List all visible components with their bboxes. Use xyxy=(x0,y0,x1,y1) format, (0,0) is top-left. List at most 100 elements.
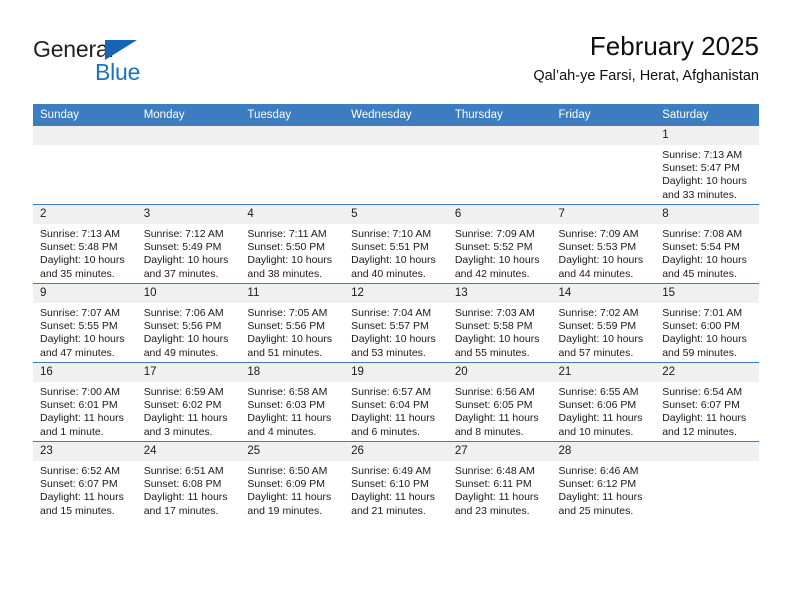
sunrise-text: Sunrise: 7:06 AM xyxy=(143,307,224,319)
day-details: Sunrise: 7:11 AM Sunset: 5:50 PM Daylight:… xyxy=(240,224,344,281)
sunset-text: Sunset: 5:56 PM xyxy=(247,320,326,333)
sunrise-text: Sunrise: 6:52 AM xyxy=(40,465,120,477)
daylight-text: Daylight: 10 hours and 55 minutes. xyxy=(454,333,540,359)
day-details: Sunrise: 6:55 AM Sunset: 6:06 PM Daylight:… xyxy=(552,382,656,439)
calendar-day-cell[interactable]: 16 Sunrise: 7:00 AM Sunset: 6:01 PM Dayligh… xyxy=(33,362,137,442)
calendar-day-cell[interactable]: 15 Sunrise: 7:01 AM Sunset: 6:00 PM Dayligh… xyxy=(655,283,759,363)
sunset-text: Sunset: 5:54 PM xyxy=(662,241,740,254)
sunset-text: Sunset: 6:06 PM xyxy=(558,399,637,412)
daylight-text: Daylight: 11 hours and 6 minutes. xyxy=(351,412,435,438)
logo-text-blue: Blue xyxy=(95,59,141,85)
calendar-day-cell[interactable]: 20 Sunrise: 6:56 AM Sunset: 6:05 PM Dayligh… xyxy=(447,362,552,442)
daylight-text: Daylight: 11 hours and 10 minutes. xyxy=(558,412,643,438)
day-details: Sunrise: 7:10 AM Sunset: 5:51 PM Daylight:… xyxy=(344,224,448,281)
calendar-day-cell[interactable]: 17 Sunrise: 6:59 AM Sunset: 6:02 PM Dayligh… xyxy=(136,362,241,442)
day-number: 24 xyxy=(136,442,241,461)
sunrise-text: Sunrise: 7:01 AM xyxy=(662,307,743,319)
sunset-text: Sunset: 5:56 PM xyxy=(143,320,222,333)
daylight-text: Daylight: 10 hours and 33 minutes. xyxy=(662,175,747,201)
daylight-text: Daylight: 10 hours and 44 minutes. xyxy=(558,254,644,280)
day-number: 21 xyxy=(551,363,656,382)
sunset-text: Sunset: 6:10 PM xyxy=(351,478,429,491)
day-details: Sunrise: 6:57 AM Sunset: 6:04 PM Daylight:… xyxy=(344,382,448,439)
calendar-day-cell[interactable]: 22 Sunrise: 6:54 AM Sunset: 6:07 PM Dayligh… xyxy=(655,362,759,442)
day-number xyxy=(447,126,552,145)
calendar-day-cell[interactable]: 6 Sunrise: 7:09 AM Sunset: 5:52 PM Daylight… xyxy=(447,204,552,284)
day-details: Sunrise: 6:46 AM Sunset: 6:12 PM Daylight:… xyxy=(552,461,656,518)
weekday-header-thursday: Thursday xyxy=(447,104,552,126)
day-number xyxy=(33,126,137,145)
sunset-text: Sunset: 6:01 PM xyxy=(40,399,118,412)
daylight-text: Daylight: 11 hours and 12 minutes. xyxy=(662,412,747,438)
calendar-day-cell[interactable]: 21 Sunrise: 6:55 AM Sunset: 6:06 PM Dayligh… xyxy=(551,362,656,442)
calendar-day-cell[interactable]: 9 Sunrise: 7:07 AM Sunset: 5:55 PM Daylight… xyxy=(33,283,137,363)
calendar-day-cell[interactable]: 23 Sunrise: 6:52 AM Sunset: 6:07 PM Dayligh… xyxy=(33,441,137,520)
calendar-day-cell[interactable]: 13 Sunrise: 7:03 AM Sunset: 5:58 PM Dayligh… xyxy=(447,283,552,363)
weekday-header-sunday: Sunday xyxy=(33,104,137,126)
calendar-day-cell[interactable]: 5 Sunrise: 7:10 AM Sunset: 5:51 PM Daylight… xyxy=(344,204,448,284)
calendar-day-cell[interactable]: 28 Sunrise: 6:46 AM Sunset: 6:12 PM Dayligh… xyxy=(551,441,656,520)
sunrise-text: Sunrise: 6:59 AM xyxy=(143,386,224,398)
day-details: Sunrise: 6:54 AM Sunset: 6:07 PM Daylight:… xyxy=(655,382,759,439)
generalblue-logo[interactable]: General Blue xyxy=(33,36,203,92)
sunset-text: Sunset: 5:48 PM xyxy=(40,241,118,254)
calendar-day-cell[interactable]: 1 Sunrise: 7:13 AM Sunset: 5:47 PM Daylight… xyxy=(655,126,759,205)
day-details: Sunrise: 7:00 AM Sunset: 6:01 PM Daylight:… xyxy=(33,382,137,439)
calendar-day-cell-empty xyxy=(240,126,345,205)
day-number xyxy=(655,442,759,461)
day-number: 28 xyxy=(551,442,656,461)
daylight-text: Daylight: 10 hours and 45 minutes. xyxy=(662,254,747,280)
sunrise-text: Sunrise: 7:08 AM xyxy=(662,228,743,240)
daylight-text: Daylight: 10 hours and 53 minutes. xyxy=(351,333,436,359)
daylight-text: Daylight: 10 hours and 57 minutes. xyxy=(558,333,644,359)
calendar-day-cell[interactable]: 26 Sunrise: 6:49 AM Sunset: 6:10 PM Dayligh… xyxy=(344,441,448,520)
sunset-text: Sunset: 5:51 PM xyxy=(351,241,429,254)
daylight-text: Daylight: 11 hours and 17 minutes. xyxy=(143,491,228,517)
calendar-day-cell-empty xyxy=(655,441,759,520)
calendar-day-cell[interactable]: 8 Sunrise: 7:08 AM Sunset: 5:54 PM Daylight… xyxy=(655,204,759,284)
calendar-day-cell[interactable]: 14 Sunrise: 7:02 AM Sunset: 5:59 PM Dayligh… xyxy=(551,283,656,363)
sunrise-text: Sunrise: 7:05 AM xyxy=(247,307,328,319)
calendar-day-cell[interactable]: 25 Sunrise: 6:50 AM Sunset: 6:09 PM Dayligh… xyxy=(240,441,345,520)
sunrise-text: Sunrise: 7:00 AM xyxy=(40,386,120,398)
sunset-text: Sunset: 5:52 PM xyxy=(454,241,533,254)
calendar-day-cell-empty xyxy=(344,126,448,205)
calendar-day-cell-empty xyxy=(136,126,241,205)
day-number: 9 xyxy=(33,284,137,303)
calendar-header-row: Sunday Monday Tuesday Wednesday Thursday… xyxy=(33,104,759,126)
daylight-text: Daylight: 11 hours and 25 minutes. xyxy=(558,491,643,517)
calendar-day-cell[interactable]: 12 Sunrise: 7:04 AM Sunset: 5:57 PM Dayligh… xyxy=(344,283,448,363)
calendar-week-row: 2 Sunrise: 7:13 AM Sunset: 5:48 PM Daylight… xyxy=(33,204,759,284)
day-number: 25 xyxy=(240,442,345,461)
daylight-text: Daylight: 10 hours and 47 minutes. xyxy=(40,333,125,359)
calendar-day-cell[interactable]: 24 Sunrise: 6:51 AM Sunset: 6:08 PM Dayligh… xyxy=(136,441,241,520)
calendar-day-cell[interactable]: 27 Sunrise: 6:48 AM Sunset: 6:11 PM Dayligh… xyxy=(447,441,552,520)
day-number: 7 xyxy=(551,205,656,224)
day-details: Sunrise: 6:52 AM Sunset: 6:07 PM Daylight:… xyxy=(33,461,137,518)
day-details: Sunrise: 7:09 AM Sunset: 5:52 PM Daylight:… xyxy=(448,224,552,281)
calendar-day-cell[interactable]: 3 Sunrise: 7:12 AM Sunset: 5:49 PM Daylight… xyxy=(136,204,241,284)
calendar-day-cell[interactable]: 18 Sunrise: 6:58 AM Sunset: 6:03 PM Dayligh… xyxy=(240,362,345,442)
sunrise-text: Sunrise: 6:54 AM xyxy=(662,386,743,398)
day-number: 22 xyxy=(655,363,759,382)
calendar-day-cell[interactable]: 4 Sunrise: 7:11 AM Sunset: 5:50 PM Daylight… xyxy=(240,204,345,284)
calendar-day-cell[interactable]: 7 Sunrise: 7:09 AM Sunset: 5:53 PM Daylight… xyxy=(551,204,656,284)
sunrise-text: Sunrise: 7:11 AM xyxy=(247,228,327,240)
day-details: Sunrise: 6:51 AM Sunset: 6:08 PM Daylight:… xyxy=(137,461,241,518)
daylight-text: Daylight: 10 hours and 40 minutes. xyxy=(351,254,436,280)
calendar-day-cell[interactable]: 19 Sunrise: 6:57 AM Sunset: 6:04 PM Dayligh… xyxy=(344,362,448,442)
day-number: 5 xyxy=(344,205,448,224)
sunrise-text: Sunrise: 7:09 AM xyxy=(558,228,639,240)
day-number: 6 xyxy=(447,205,552,224)
day-number: 13 xyxy=(447,284,552,303)
calendar-day-cell[interactable]: 10 Sunrise: 7:06 AM Sunset: 5:56 PM Dayligh… xyxy=(136,283,241,363)
calendar-day-cell[interactable]: 2 Sunrise: 7:13 AM Sunset: 5:48 PM Daylight… xyxy=(33,204,137,284)
day-details: Sunrise: 7:08 AM Sunset: 5:54 PM Daylight:… xyxy=(655,224,759,281)
sunrise-text: Sunrise: 6:48 AM xyxy=(454,465,535,477)
day-number: 17 xyxy=(136,363,241,382)
daylight-text: Daylight: 11 hours and 23 minutes. xyxy=(454,491,539,517)
day-number: 14 xyxy=(551,284,656,303)
title-block: February 2025 Qal’ah-ye Farsi, Herat, Af… xyxy=(533,30,759,86)
daylight-text: Daylight: 10 hours and 37 minutes. xyxy=(143,254,229,280)
calendar-day-cell[interactable]: 11 Sunrise: 7:05 AM Sunset: 5:56 PM Dayligh… xyxy=(240,283,345,363)
